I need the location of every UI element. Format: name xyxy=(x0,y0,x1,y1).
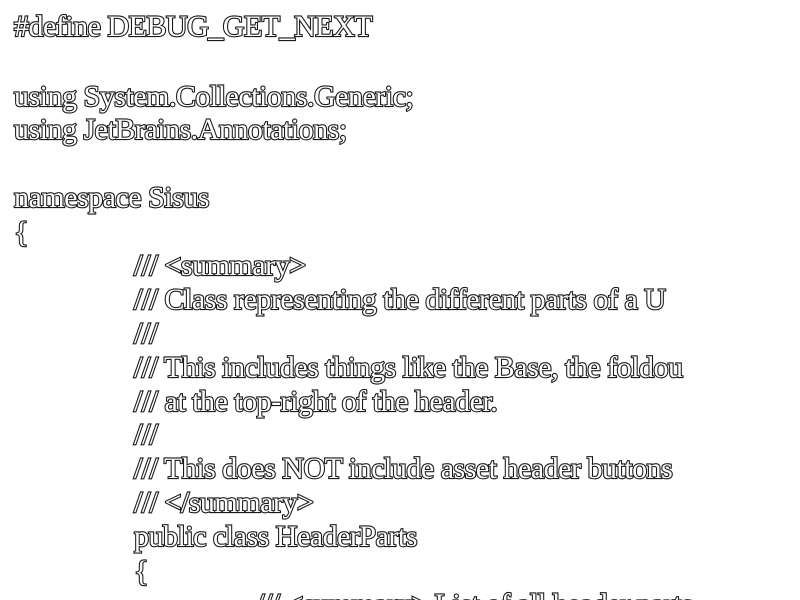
code-line-comment: /// at the top-right of the header. xyxy=(133,384,499,419)
code-line-open-brace: { xyxy=(13,215,30,250)
code-line-comment-empty: /// xyxy=(133,316,159,351)
code-line-comment: /// Class representing the different par… xyxy=(133,282,667,317)
code-line-comment-empty: /// xyxy=(133,417,159,452)
code-line-using-generic: using System.Collections.Generic; xyxy=(13,79,415,114)
code-line-comment: /// This includes things like the Base, … xyxy=(133,350,684,385)
code-line-namespace: namespace Sisus xyxy=(13,180,211,215)
code-line-summary-open: /// <summary> xyxy=(133,248,307,283)
code-line-summary-partial: /// <summary> List of all header parts xyxy=(255,587,694,600)
code-line-open-brace: { xyxy=(133,554,150,589)
code-line-using-annotations: using JetBrains.Annotations; xyxy=(13,112,348,147)
code-view: #define DEBUG_GET_NEXT using System.Coll… xyxy=(0,0,800,600)
code-line-define: #define DEBUG_GET_NEXT xyxy=(13,9,374,44)
code-line-class-decl: public class HeaderParts xyxy=(133,519,419,554)
code-line-summary-close: /// </summary> xyxy=(133,485,315,520)
code-line-comment: /// This does NOT include asset header b… xyxy=(133,451,674,486)
